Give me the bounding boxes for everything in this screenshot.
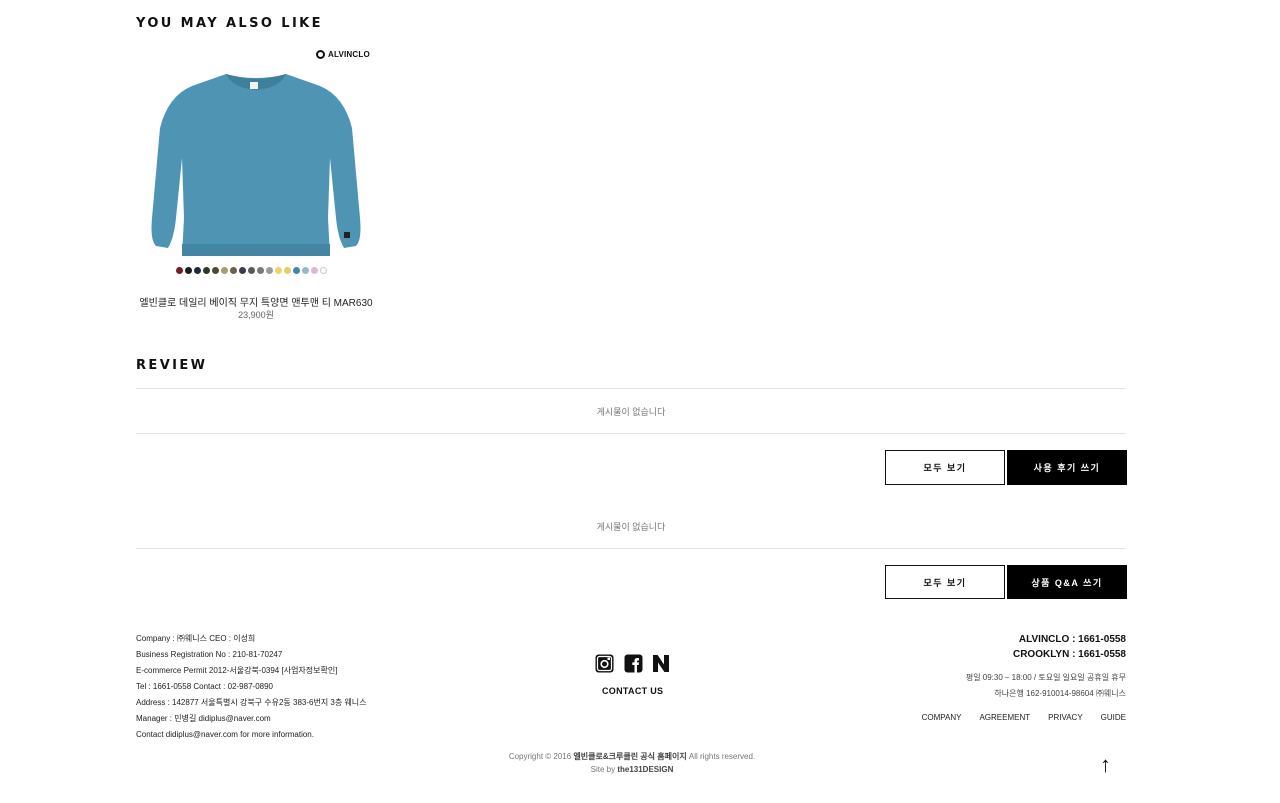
color-swatch — [302, 267, 309, 274]
copyright-suffix: All rights reserved. — [688, 752, 756, 761]
footer-link-agreement[interactable]: AGREEMENT — [979, 713, 1030, 722]
footer-links: COMPANY AGREEMENT PRIVACY GUIDE — [922, 713, 1126, 722]
copyright-prefix: Copyright © 2016 — [508, 752, 572, 761]
color-swatch — [320, 267, 327, 274]
color-swatch — [176, 267, 183, 274]
color-swatch — [275, 267, 282, 274]
site-by-name[interactable]: the131DESIGN — [617, 765, 673, 774]
footer-link-company[interactable]: COMPANY — [922, 713, 962, 722]
color-swatch — [194, 267, 201, 274]
back-to-top-arrow-icon[interactable]: ↑ — [1100, 754, 1111, 776]
footer-link-privacy[interactable]: PRIVACY — [1048, 713, 1083, 722]
brand-badge: ALVINCLO — [316, 50, 370, 59]
phone-list: ALVINCLO : 1661-0558 CROOKLYN : 1661-055… — [1013, 632, 1126, 662]
naver-icon[interactable] — [653, 655, 669, 672]
company-line: Company : ㈜웨니스 CEO : 이성희 — [136, 634, 256, 643]
brand-badge-label: ALVINCLO — [328, 50, 370, 59]
color-swatch — [239, 267, 246, 274]
color-swatch — [248, 267, 255, 274]
review-write-button[interactable]: 사용 후기 쓰기 — [1007, 450, 1127, 485]
color-swatch — [185, 267, 192, 274]
copyright: Copyright © 2016 엘빈클로&크루클린 공식 홈페이지 All r… — [332, 750, 932, 776]
company-line: Tel : 1661-0558 Contact : 02-987-0890 — [136, 682, 273, 691]
divider — [136, 433, 1126, 434]
color-swatch — [221, 267, 228, 274]
company-line: Business Registration No : 210-81-70247 — [136, 650, 283, 659]
color-swatch — [311, 267, 318, 274]
section-title-review: REVIEW — [136, 358, 208, 373]
color-swatch — [203, 267, 210, 274]
color-swatch — [266, 267, 273, 274]
color-swatches — [176, 267, 327, 274]
contact-us-link[interactable]: CONTACT US — [602, 686, 663, 696]
sweatshirt-image[interactable] — [148, 68, 364, 258]
product-price: 23,900원 — [238, 310, 274, 320]
footer-link-guide[interactable]: GUIDE — [1101, 713, 1126, 722]
color-swatch — [257, 267, 264, 274]
product-name[interactable]: 엘빈클로 데일리 베이직 무지 특양면 맨투맨 티 MAR630 — [136, 294, 376, 309]
qna-view-all-button[interactable]: 모두 보기 — [885, 565, 1005, 599]
phone-crooklyn: CROOKLYN : 1661-0558 — [1012, 649, 1126, 660]
company-line: Manager : 민병길 didiplus@naver.com — [136, 714, 271, 723]
qna-empty-message: 게시물이 없습니다 — [596, 522, 666, 532]
business-hours: 평일 09:30 – 18:00 / 토요일 일요일 공휴일 휴무 — [965, 673, 1126, 682]
color-swatch — [284, 267, 291, 274]
divider — [136, 388, 1126, 389]
qna-write-button[interactable]: 상품 Q&A 쓰기 — [1007, 565, 1127, 599]
divider — [136, 548, 1126, 549]
review-empty-message: 게시물이 없습니다 — [596, 407, 666, 417]
company-line: Contact didiplus@naver.com for more info… — [136, 730, 314, 739]
color-swatch — [293, 267, 300, 274]
bank-account: 하나은행 162-910014-98604 ㈜웨니스 — [994, 689, 1126, 698]
color-swatch — [230, 267, 237, 274]
site-by-prefix: Site by — [590, 765, 616, 774]
copyright-site: 엘빈클로&크루클린 공식 홈페이지 — [573, 752, 687, 761]
business-hours-bank: 평일 09:30 – 18:00 / 토요일 일요일 공휴일 휴무 하나은행 1… — [966, 670, 1126, 702]
color-swatch — [212, 267, 219, 274]
company-line: Address : 142877 서울특별시 강북구 수유2동 383-6번지 … — [136, 698, 367, 707]
social-links — [595, 654, 669, 673]
section-title-recommend: YOU MAY ALSO LIKE — [136, 16, 323, 31]
review-view-all-button[interactable]: 모두 보기 — [885, 450, 1005, 485]
company-info: Company : ㈜웨니스 CEO : 이성희 Business Regist… — [136, 631, 367, 743]
phone-alvinclo: ALVINCLO : 1661-0558 — [1018, 634, 1126, 645]
product-card[interactable]: ALVINCLO 엘빈클로 데일리 베이직 무지 특양면 맨투맨 티 MAR63… — [136, 44, 376, 324]
company-line: E-commerce Permit 2012-서울강북-0394 [사업자정보확… — [136, 666, 338, 675]
facebook-icon[interactable] — [624, 654, 643, 673]
brand-logo-icon — [316, 50, 325, 59]
instagram-icon[interactable] — [595, 654, 614, 673]
